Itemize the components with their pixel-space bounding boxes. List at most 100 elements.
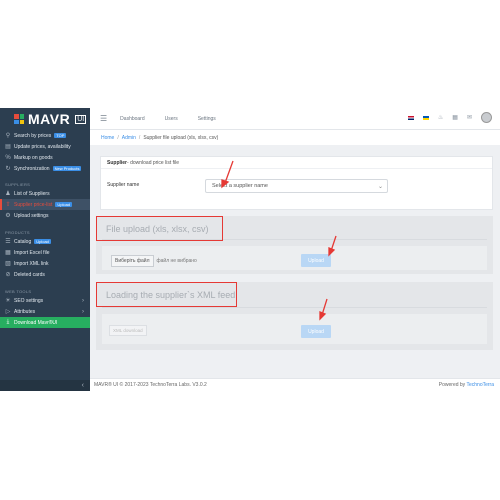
breadcrumb-admin[interactable]: Admin bbox=[122, 135, 136, 141]
section-suppliers: SUPPLIERS bbox=[5, 182, 31, 187]
sidebar-item-markup[interactable]: % Markup on goods bbox=[0, 152, 90, 163]
sidebar-item-seo-settings[interactable]: ☀ SEO settings › bbox=[0, 295, 90, 306]
sync-icon: ↻ bbox=[5, 166, 11, 172]
footer-powered: Powered by TechnoTerra bbox=[439, 382, 494, 388]
xml-download-input[interactable]: XML download bbox=[109, 325, 147, 336]
sidebar-item-label: Catalog bbox=[14, 238, 32, 245]
supplier-card: Supplier - download price list file Supp… bbox=[100, 156, 493, 210]
chevron-right-icon: › bbox=[82, 308, 84, 315]
sidebar-item-import-xml[interactable]: ▧ Import XML link bbox=[0, 258, 90, 269]
topbar-link-dashboard[interactable]: Dashboard bbox=[120, 116, 144, 122]
sidebar-item-upload-settings[interactable]: ⚙ Upload settings bbox=[0, 210, 90, 221]
chart-icon: ▤ bbox=[5, 144, 11, 150]
sidebar-item-synchronization[interactable]: ↻ Synchronization New Products bbox=[0, 163, 90, 174]
file-input[interactable]: Виберіть файл файл не вибрано bbox=[111, 255, 197, 267]
logo[interactable]: MAVR UI bbox=[0, 108, 90, 130]
logo-grid-icon bbox=[14, 114, 24, 124]
sidebar-item-label: List of Suppliers bbox=[14, 190, 50, 197]
sidebar-item-list-suppliers[interactable]: ♟ List of Suppliers bbox=[0, 188, 90, 199]
sidebar: MAVR UI ⚲ Search by prices TOP ▤ Update … bbox=[0, 108, 90, 391]
sidebar-item-label: Attributes bbox=[14, 308, 36, 315]
breadcrumb-separator: / bbox=[117, 134, 119, 141]
sidebar-item-attributes[interactable]: ▷ Attributes › bbox=[0, 306, 90, 317]
chevron-left-icon: ‹ bbox=[81, 382, 84, 389]
section-web-tools: WEB TOOLS bbox=[5, 289, 32, 294]
sidebar-item-label: Markup on goods bbox=[14, 154, 53, 161]
supplier-select-value: Select a supplier name bbox=[212, 183, 268, 189]
topbar: ☰ Dashboard Users Settings ♨ ▦ ✉ bbox=[90, 108, 500, 130]
sidebar-item-catalog[interactable]: ☰ Catalog Upload bbox=[0, 236, 90, 247]
download-icon: ⤓ bbox=[6, 319, 10, 325]
sidebar-item-label: Search by prices bbox=[14, 132, 52, 139]
download-label: Download Mavr®UI bbox=[14, 319, 58, 326]
divider bbox=[102, 307, 487, 308]
upload-file-button[interactable]: Upload bbox=[301, 254, 331, 267]
sidebar-item-label: Update prices, availability bbox=[14, 143, 71, 150]
tag-icon: ▷ bbox=[5, 309, 11, 315]
sidebar-item-label: SEO settings bbox=[14, 297, 44, 304]
brand-name: MAVR bbox=[28, 111, 71, 127]
new-products-badge: New Products bbox=[52, 166, 82, 171]
no-file-text: файл не вибрано bbox=[156, 258, 197, 264]
brand-ui: UI bbox=[75, 114, 87, 124]
upload-icon: ⇧ bbox=[5, 202, 11, 208]
chevron-right-icon: › bbox=[82, 297, 84, 304]
footer-copyright: MAVR® UI © 2017-2023 TechnoTerra Labs. V… bbox=[94, 382, 207, 388]
footer-powered-prefix: Powered by bbox=[438, 382, 467, 388]
envelope-icon[interactable]: ✉ bbox=[467, 114, 472, 121]
trash-icon: ⊘ bbox=[5, 272, 11, 278]
footer: MAVR® UI © 2017-2023 TechnoTerra Labs. V… bbox=[90, 378, 500, 391]
choose-file-button[interactable]: Виберіть файл bbox=[111, 255, 154, 267]
sidebar-item-deleted-cards[interactable]: ⊘ Deleted cards bbox=[0, 269, 90, 280]
flag-ua-icon[interactable] bbox=[422, 115, 429, 120]
footer-powered-link[interactable]: TechnoTerra bbox=[466, 382, 494, 388]
topbar-actions: ♨ ▦ ✉ bbox=[407, 112, 492, 123]
seo-icon: ☀ bbox=[5, 298, 11, 304]
sidebar-item-label: Supplier price-list bbox=[14, 201, 53, 208]
search-icon: ⚲ bbox=[5, 133, 11, 139]
supplier-name-label: Supplier name bbox=[107, 182, 140, 188]
breadcrumb: Home / Admin / Supplier file upload (xls… bbox=[90, 130, 500, 145]
grid-icon[interactable]: ▦ bbox=[452, 114, 458, 121]
supplier-name-select[interactable]: Select a supplier name ⌄ bbox=[205, 179, 388, 193]
avatar[interactable] bbox=[481, 112, 492, 123]
percent-icon: % bbox=[5, 154, 11, 161]
collapse-sidebar-button[interactable]: ‹ bbox=[0, 380, 90, 391]
sidebar-item-supplier-price-list[interactable]: ⇧ Supplier price-list Upload bbox=[0, 199, 90, 210]
sidebar-item-label: Deleted cards bbox=[14, 271, 45, 278]
supplier-card-title: Supplier bbox=[107, 159, 128, 166]
sidebar-item-update-prices[interactable]: ▤ Update prices, availability bbox=[0, 141, 90, 152]
breadcrumb-separator: / bbox=[138, 134, 141, 141]
file-upload-highlight-box bbox=[96, 216, 223, 241]
section-products: PRODUCTS bbox=[5, 230, 30, 235]
flag-gb-icon[interactable] bbox=[407, 115, 414, 120]
xml-feed-body bbox=[102, 314, 487, 344]
chevron-down-icon: ⌄ bbox=[377, 183, 383, 190]
upload-badge: Upload bbox=[34, 239, 51, 244]
sidebar-item-label: Upload settings bbox=[14, 212, 49, 219]
topbar-link-settings[interactable]: Settings bbox=[198, 116, 216, 122]
sidebar-item-label: Import Excel file bbox=[14, 249, 50, 256]
supplier-card-subtitle: - download price list file bbox=[127, 159, 179, 166]
top-badge: TOP bbox=[54, 133, 67, 138]
hamburger-menu-icon[interactable]: ☰ bbox=[100, 114, 107, 123]
app-window: MAVR UI ⚲ Search by prices TOP ▤ Update … bbox=[0, 108, 500, 391]
topbar-link-users[interactable]: Users bbox=[165, 116, 178, 122]
upload-badge: Upload bbox=[55, 202, 73, 207]
breadcrumb-home[interactable]: Home bbox=[101, 135, 114, 141]
bell-icon[interactable]: ♨ bbox=[438, 114, 443, 121]
xml-icon: ▧ bbox=[5, 261, 11, 267]
sidebar-item-import-excel[interactable]: ▦ Import Excel file bbox=[0, 247, 90, 258]
sidebar-item-label: Synchronization bbox=[14, 165, 50, 172]
sidebar-item-label: Import XML link bbox=[14, 260, 49, 267]
download-mavr-button[interactable]: ⤓ Download Mavr®UI bbox=[0, 317, 90, 328]
breadcrumb-current: Supplier file upload (xls, xlsx, csv) bbox=[143, 134, 219, 141]
users-icon: ♟ bbox=[5, 191, 11, 197]
upload-xml-button[interactable]: Upload bbox=[301, 325, 331, 338]
sidebar-item-search-prices[interactable]: ⚲ Search by prices TOP bbox=[0, 130, 90, 141]
gear-icon: ⚙ bbox=[5, 213, 11, 219]
excel-icon: ▦ bbox=[5, 250, 11, 256]
catalog-icon: ☰ bbox=[5, 239, 11, 245]
xml-feed-highlight-box bbox=[96, 282, 237, 307]
supplier-card-header: Supplier - download price list file bbox=[101, 157, 492, 169]
